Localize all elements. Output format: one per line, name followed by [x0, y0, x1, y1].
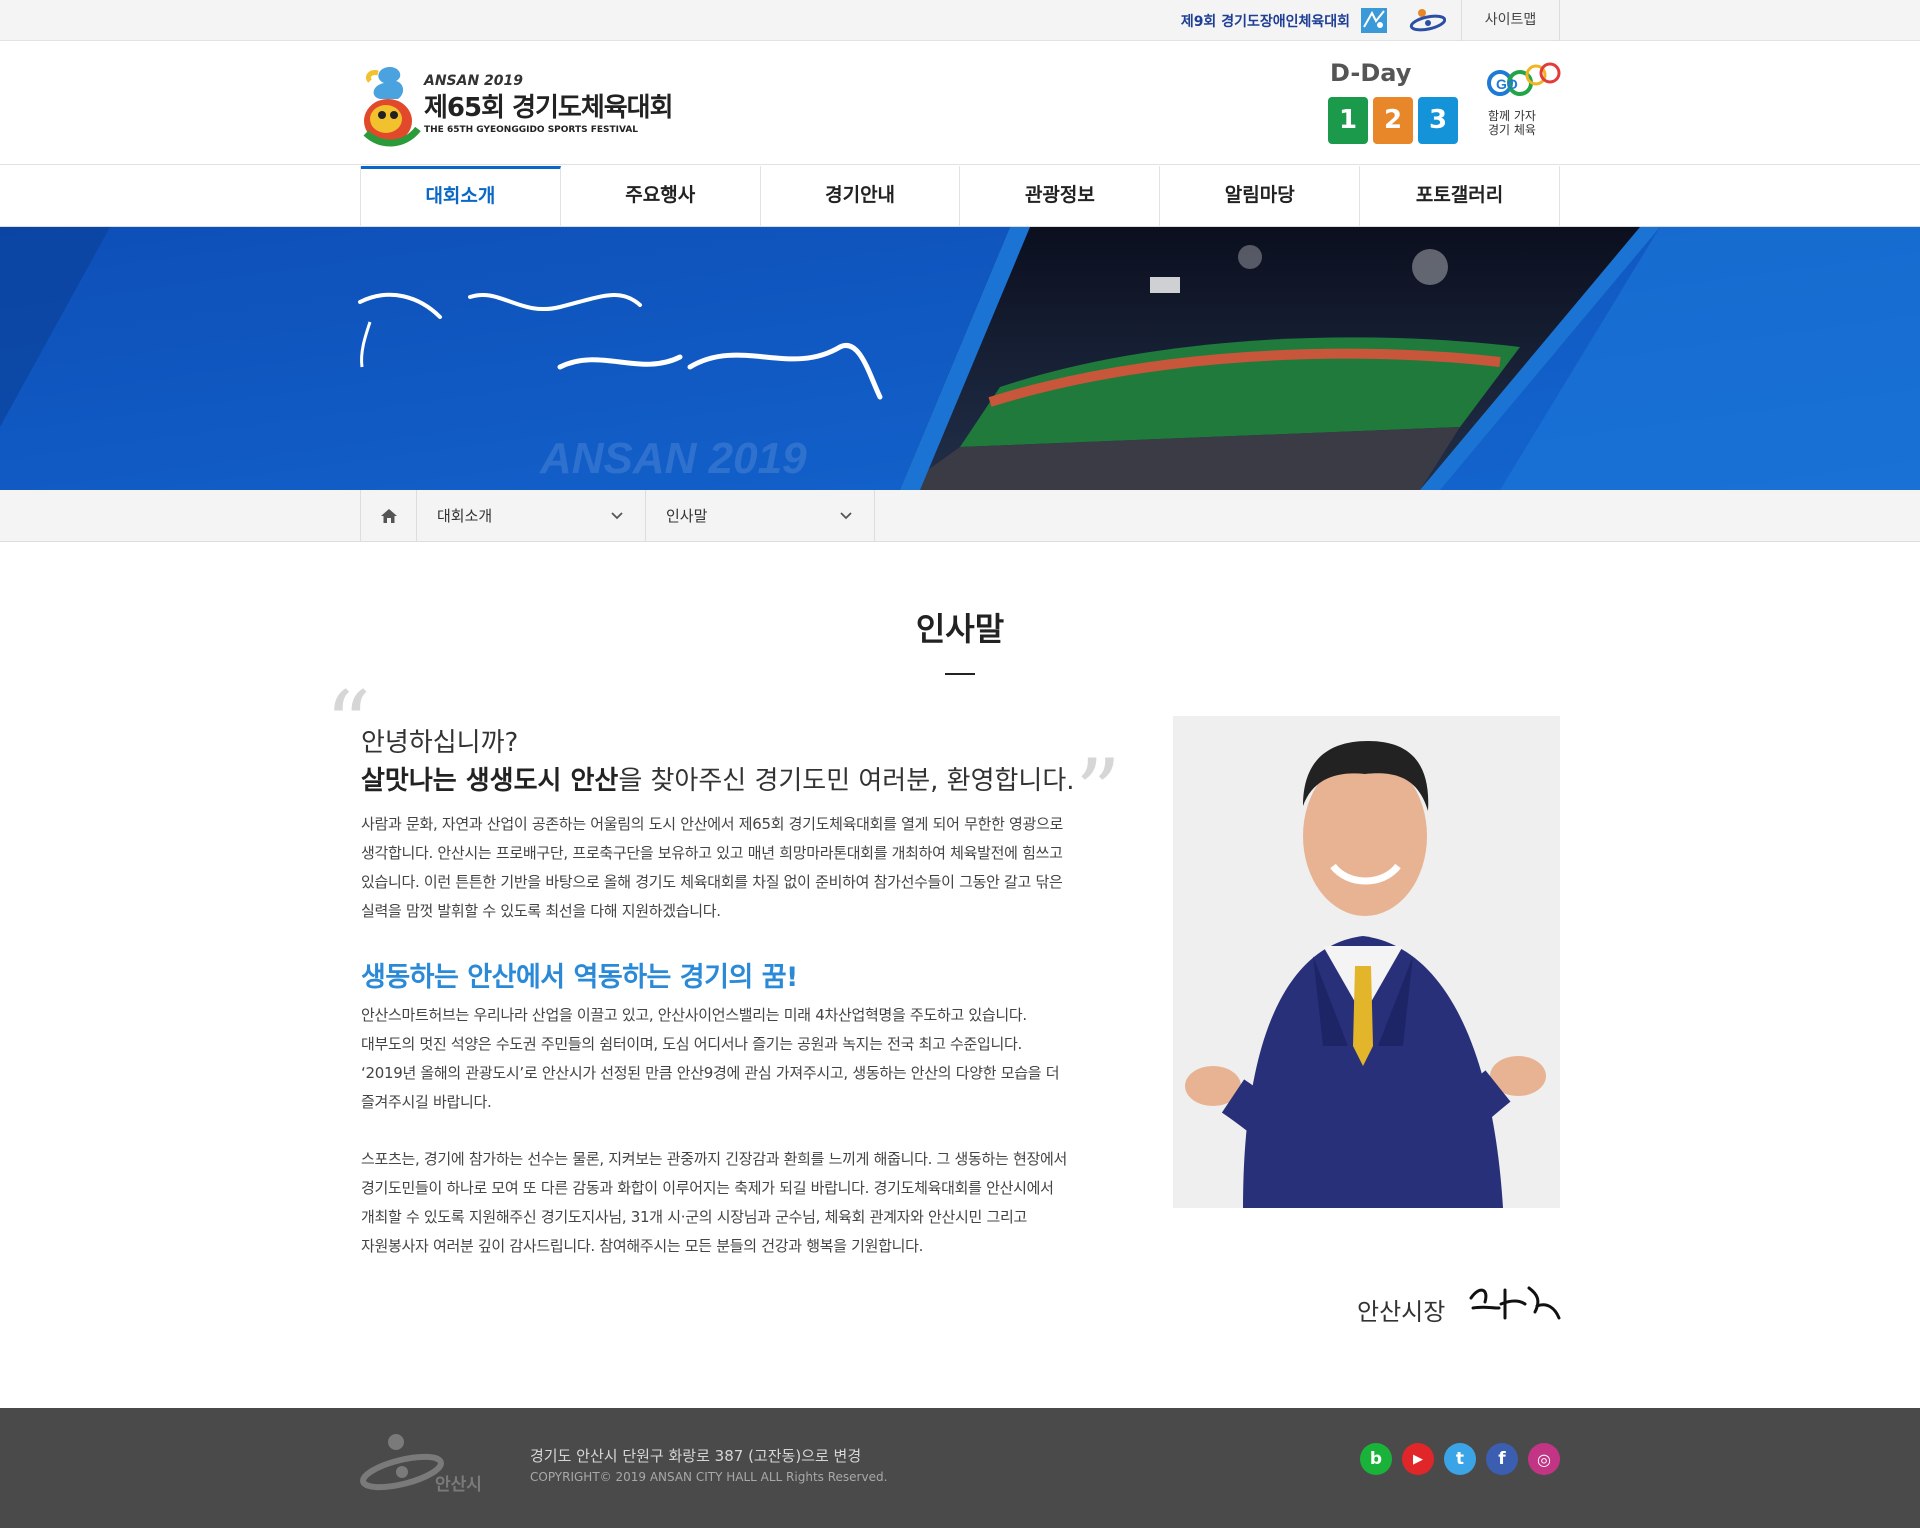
paragraph-line: 생각합니다. 안산시는 프로배구단, 프로축구단을 보유하고 있고 매년 희망마…	[361, 844, 1063, 862]
footer-copyright: COPYRIGHT© 2019 ANSAN CITY HALL ALL Righ…	[530, 1470, 888, 1484]
sports-paragraph: 스포츠는, 경기에 참가하는 선수는 물론, 지켜보는 관중까지 긴장감과 환희…	[361, 1145, 1121, 1261]
facebook-icon[interactable]: f	[1486, 1443, 1518, 1475]
go-text-line1: 함께 가자	[1488, 109, 1536, 123]
paragraph-line: 사람과 문화, 자연과 산업이 공존하는 어울림의 도시 안산에서 제65회 경…	[361, 815, 1064, 833]
nav-item-tourism[interactable]: 관광정보	[960, 166, 1161, 227]
main-navigation: 대회소개 주요행사 경기안내 관광정보 알림마당 포토갤러리	[0, 166, 1920, 227]
nav-item-notices[interactable]: 알림마당	[1160, 166, 1361, 227]
sitemap-link[interactable]: 사이트맵	[1462, 0, 1560, 41]
dday-digit: 3	[1418, 97, 1458, 144]
festival-logo[interactable]: ANSAN 2019 제65회 경기도체육대회 THE 65TH GYEONGG…	[360, 61, 690, 151]
paragraph-line: 스포츠는, 경기에 참가하는 선수는 물론, 지켜보는 관중까지 긴장감과 환희…	[361, 1150, 1067, 1168]
breadcrumb-level1-dropdown[interactable]: 대회소개	[417, 490, 646, 542]
paragraph-line: 대부도의 멋진 석양은 수도권 주민들의 쉼터이며, 도심 어디서나 즐기는 공…	[361, 1035, 1023, 1053]
instagram-icon[interactable]: ◎	[1528, 1443, 1560, 1475]
city-paragraph: 안산스마트허브는 우리나라 산업을 이끌고 있고, 안산사이언스밸리는 미래 4…	[361, 1001, 1121, 1117]
disabled-sports-festival-link[interactable]: 제9회 경기도장애인체육대회	[1181, 11, 1350, 31]
home-button[interactable]	[361, 490, 417, 542]
handwritten-signature	[1469, 1286, 1561, 1320]
title-underline	[945, 673, 975, 675]
nav-item-events[interactable]: 주요행사	[561, 166, 761, 227]
go-together-text: 함께 가자 경기 체육	[1488, 109, 1536, 137]
banner-artwork: ANSAN 2019	[0, 227, 1920, 490]
logo-subtitle-text: THE 65TH GYEONGGIDO SPORTS FESTIVAL	[424, 125, 639, 135]
go-text-line2: 경기 체육	[1488, 123, 1536, 137]
dday-counter: D-Day 1 2 3	[1328, 59, 1460, 149]
breadcrumb-level1-label: 대회소개	[437, 507, 493, 525]
go-mark-text: GO	[1496, 76, 1518, 92]
nav-item-games[interactable]: 경기안내	[761, 166, 961, 227]
section-subheading: 생동하는 안산에서 역동하는 경기의 꿈!	[361, 962, 798, 993]
greeting-line1: 안녕하십니까?	[361, 728, 519, 758]
greeting-rest-text: 을 찾아주신 경기도민 여러분, 환영합니다.	[618, 766, 1075, 796]
mayor-photo	[1173, 716, 1560, 1208]
hero-banner: ANSAN 2019	[0, 227, 1920, 490]
dday-label: D-Day	[1330, 59, 1412, 87]
banner-watermark: ANSAN 2019	[539, 434, 807, 483]
paragraph-line: 자원봉사자 여러분 깊이 감사드립니다. 참여해주시는 모든 분들의 건강과 행…	[361, 1237, 924, 1255]
twitter-icon[interactable]: t	[1444, 1443, 1476, 1475]
footer-logo-text: 안산시	[435, 1475, 482, 1495]
paragraph-line: 즐겨주시길 바랍니다.	[361, 1093, 492, 1111]
disabled-festival-emblem-icon[interactable]	[1360, 7, 1388, 34]
page-title: 인사말	[915, 610, 1005, 648]
dday-digit: 1	[1328, 97, 1368, 144]
blog-icon[interactable]: b	[1360, 1443, 1392, 1475]
site-footer: 안산시 경기도 안산시 단원구 화랑로 387 (고잔동)으로 변경 COPYR…	[0, 1408, 1920, 1528]
main-nav-list: 대회소개 주요행사 경기안내 관광정보 알림마당 포토갤러리	[360, 166, 1560, 227]
go-rings-icon: GO	[1487, 62, 1561, 96]
nav-item-gallery[interactable]: 포토갤러리	[1360, 166, 1560, 227]
paragraph-line: 개최할 수 있도록 지원해주신 경기도지사님, 31개 시·군의 시장님과 군수…	[361, 1208, 1028, 1226]
paragraph-line: 경기도민들이 하나로 모여 또 다른 감동과 화합이 이루어지는 축제가 되길 …	[361, 1179, 1054, 1197]
greeting-bold-text: 살맛나는 생생도시 안산	[361, 766, 619, 796]
logo-title-text: 제65회 경기도체육대회	[424, 93, 674, 123]
breadcrumb-level2-label: 인사말	[666, 507, 708, 525]
site-header: ANSAN 2019 제65회 경기도체육대회 THE 65TH GYEONGG…	[0, 41, 1920, 165]
youtube-icon[interactable]: ▶	[1402, 1443, 1434, 1475]
mayor-portrait-image	[1173, 716, 1560, 1208]
paragraph-line: 있습니다. 이런 튼튼한 기반을 바탕으로 올해 경기도 체육대회를 차질 없이…	[361, 873, 1063, 891]
paragraph-line: ‘2019년 올해의 관광도시’로 안산시가 선정된 만큼 안산9경에 관심 가…	[361, 1064, 1060, 1082]
footer-address: 경기도 안산시 단원구 화랑로 387 (고잔동)으로 변경	[530, 1447, 862, 1465]
festival-mascot-icon	[363, 67, 421, 147]
breadcrumb-level2-dropdown[interactable]: 인사말	[646, 490, 875, 542]
top-utility-bar: 제9회 경기도장애인체육대회 사이트맵	[0, 0, 1920, 41]
paragraph-line: 안산스마트허브는 우리나라 산업을 이끌고 있고, 안산사이언스밸리는 미래 4…	[361, 1006, 1027, 1024]
signature-title: 안산시장	[1357, 1298, 1446, 1326]
breadcrumb: 대회소개 인사말	[0, 490, 1920, 542]
go-together-logo[interactable]: GO 함께 가자 경기 체육	[1486, 59, 1562, 149]
ansan-city-footer-emblem-icon: 안산시	[360, 1434, 482, 1495]
breadcrumb-inner: 대회소개 인사말	[360, 490, 875, 542]
nav-item-about[interactable]: 대회소개	[361, 166, 561, 227]
dday-digit: 2	[1373, 97, 1413, 144]
ansan-city-emblem-icon[interactable]	[1408, 8, 1446, 32]
intro-paragraph: 사람과 문화, 자연과 산업이 공존하는 어울림의 도시 안산에서 제65회 경…	[361, 810, 1121, 926]
greeting-line2: 살맛나는 생생도시 안산을 찾아주신 경기도민 여러분, 환영합니다.	[361, 760, 1075, 797]
home-icon	[380, 509, 397, 523]
chevron-down-icon	[840, 512, 852, 520]
paragraph-line: 실력을 맘껏 발휘할 수 있도록 최선을 다해 지원하겠습니다.	[361, 902, 721, 920]
chevron-down-icon	[611, 512, 623, 520]
top-utility-inner: 제9회 경기도장애인체육대회 사이트맵	[360, 0, 1560, 41]
footer-city-logo: 안산시	[360, 1428, 500, 1498]
